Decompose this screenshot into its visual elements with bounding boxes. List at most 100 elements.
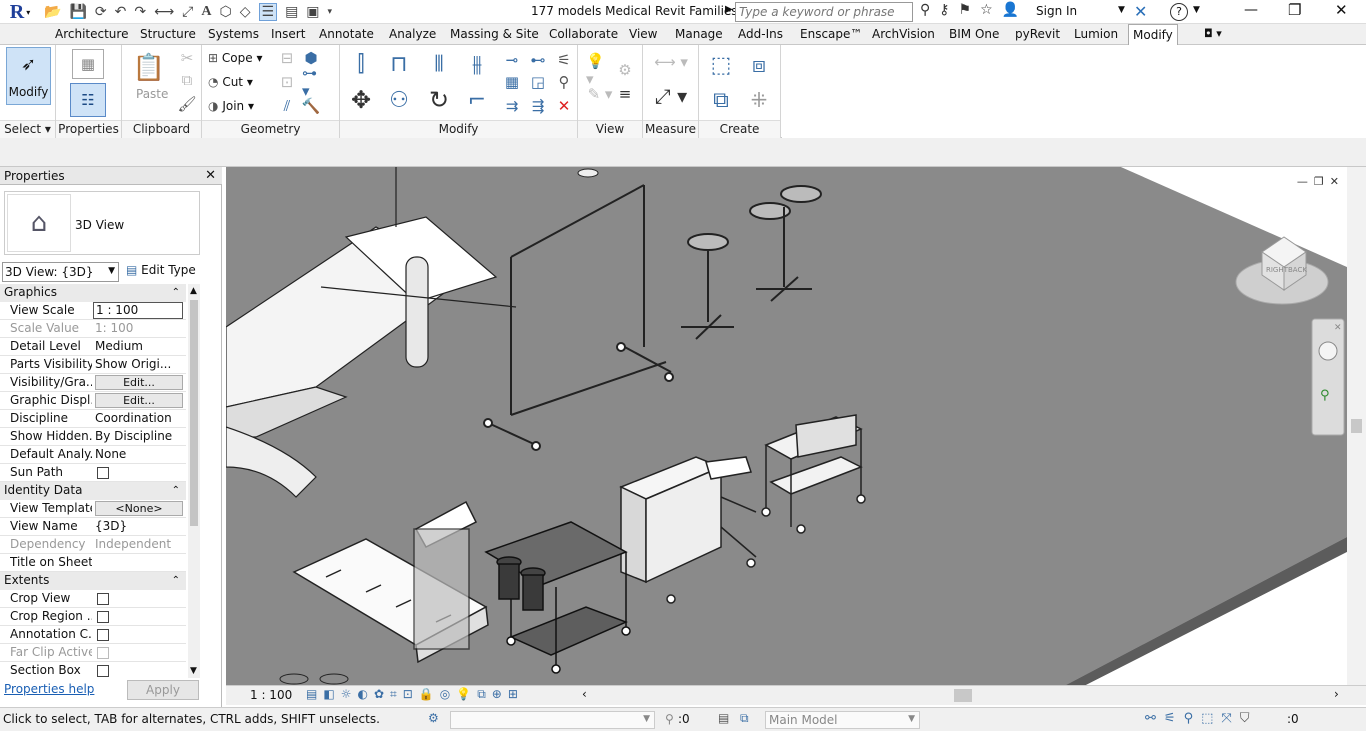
move-icon[interactable]: ✥ bbox=[346, 85, 376, 115]
scroll-right-icon[interactable]: › bbox=[1334, 687, 1339, 701]
measure-icon[interactable]: ⟷ bbox=[154, 4, 174, 20]
highlight-displacement-icon[interactable]: ⊞ bbox=[508, 687, 518, 702]
mirror-draw-icon[interactable]: ⫵ bbox=[462, 49, 492, 79]
analytical-model-icon[interactable]: ⊕ bbox=[492, 687, 502, 702]
paste-icon[interactable]: 📋 bbox=[132, 51, 166, 85]
editable-only-icon[interactable]: ▤ bbox=[718, 711, 729, 725]
tab-bim-one[interactable]: BIM One bbox=[949, 24, 999, 45]
drag-elements-icon[interactable]: ⤧ bbox=[1221, 711, 1231, 726]
save-icon[interactable]: 💾 bbox=[69, 4, 86, 20]
view-scale-input[interactable]: 1 : 100 bbox=[93, 302, 183, 319]
prop-row[interactable]: Parts Visibility Show Origi... bbox=[0, 356, 186, 374]
mirror-axis-icon[interactable]: ⫴ bbox=[424, 49, 454, 79]
copy-modify-icon[interactable]: ⚇ bbox=[384, 85, 414, 115]
extend-multiple-icon[interactable]: ⇶ bbox=[528, 97, 548, 115]
prop-row[interactable]: Detail Level Medium bbox=[0, 338, 186, 356]
modify-button[interactable]: ➶ Modify bbox=[6, 47, 51, 105]
sign-in-button[interactable]: Sign In bbox=[1036, 4, 1077, 18]
reveal-hidden-icon[interactable]: 💡 bbox=[456, 687, 471, 702]
visibility-edit-button[interactable]: Edit... bbox=[95, 375, 183, 390]
view-restore-icon[interactable]: ❐ bbox=[1314, 175, 1324, 188]
cut-geometry-button[interactable]: ◔ Cut ▾ bbox=[208, 75, 253, 89]
tab-manage[interactable]: Manage bbox=[675, 24, 723, 45]
tab-massing-site[interactable]: Massing & Site bbox=[450, 24, 539, 45]
unpin-icon[interactable]: ⚟ bbox=[554, 51, 574, 69]
align-icon[interactable]: ⫿ bbox=[346, 49, 376, 79]
hide-element-icon[interactable]: 💡 ▾ bbox=[586, 52, 614, 88]
section-graphics[interactable]: Graphics ⌃ bbox=[0, 284, 186, 302]
visual-style-icon[interactable]: ◧ bbox=[323, 687, 334, 702]
properties-toggle-icon[interactable]: ☷ bbox=[70, 83, 106, 117]
text-icon[interactable]: A bbox=[201, 4, 211, 20]
rotate-icon[interactable]: ↻ bbox=[424, 85, 454, 115]
pin-icon[interactable]: ⚲ bbox=[554, 73, 574, 91]
prop-row[interactable]: Default Analy... None bbox=[0, 446, 186, 464]
detail-level-icon[interactable]: ▤ bbox=[306, 687, 317, 702]
horizontal-scroll-thumb[interactable] bbox=[954, 689, 972, 702]
shadows-icon[interactable]: ◐ bbox=[357, 687, 367, 702]
measure-distance-icon[interactable]: ⟷ ▾ bbox=[649, 51, 693, 73]
create-assembly-icon[interactable]: ⬚ bbox=[705, 49, 737, 81]
wall-joins-icon[interactable]: ⊟ bbox=[278, 49, 296, 67]
delete-icon[interactable]: ✕ bbox=[554, 97, 574, 115]
open-icon[interactable]: 📂 bbox=[44, 4, 61, 20]
properties-help-link[interactable]: Properties help bbox=[4, 682, 94, 696]
thin-lines-icon[interactable]: ☰ bbox=[258, 3, 278, 21]
scroll-thumb[interactable] bbox=[190, 300, 198, 526]
select-pinned-icon[interactable]: ⚲ bbox=[1184, 711, 1194, 726]
help-icon[interactable]: ? bbox=[1170, 3, 1188, 21]
trim-extend-icon[interactable]: ⌐ bbox=[462, 85, 492, 115]
tab-collaborate[interactable]: Collaborate bbox=[549, 24, 618, 45]
3d-viewport[interactable]: RIGHT BACK ✕ ⚲ — ❐ ✕ bbox=[226, 167, 1347, 685]
hammer-icon[interactable]: 🔨 bbox=[302, 97, 321, 115]
view-selector-dropdown[interactable]: 3D View: {3D} ▼ bbox=[2, 262, 119, 282]
tab-add-ins[interactable]: Add-Ins bbox=[738, 24, 783, 45]
restore-button[interactable]: ❐ bbox=[1288, 1, 1301, 19]
graphic-display-edit-button[interactable]: Edit... bbox=[95, 393, 183, 408]
tab-systems[interactable]: Systems bbox=[208, 24, 259, 45]
favorites-star-icon[interactable]: ☆ bbox=[980, 2, 993, 18]
tab-view[interactable]: View bbox=[629, 24, 657, 45]
copy-icon[interactable]: ⧉ bbox=[178, 71, 196, 89]
section-icon[interactable]: ◇ bbox=[240, 4, 251, 20]
expand-arrow-icon[interactable]: ▶ bbox=[725, 4, 733, 15]
close-hidden-icon[interactable]: ▤ bbox=[285, 4, 298, 20]
demolish-icon[interactable]: ⊶ ▾ bbox=[302, 64, 324, 100]
scale-icon[interactable]: ◲ bbox=[528, 73, 548, 91]
render-icon[interactable]: ✿ bbox=[374, 687, 384, 702]
design-option-dropdown[interactable]: Main Model ▼ bbox=[765, 711, 920, 729]
aligned-dimension-icon[interactable]: ⤢ ▾ bbox=[649, 83, 693, 109]
3d-view-icon[interactable]: ⬡ bbox=[219, 4, 231, 20]
apply-button[interactable]: Apply bbox=[127, 680, 199, 700]
binoculars-icon[interactable]: ⚲ bbox=[920, 2, 930, 18]
exchange-apps-icon[interactable]: ✕ bbox=[1134, 2, 1147, 21]
create-similar-icon[interactable]: ⁜ bbox=[743, 85, 775, 115]
join-button[interactable]: ◑ Join ▾ bbox=[208, 99, 254, 113]
redo-icon[interactable]: ↷ bbox=[134, 4, 146, 20]
subscription-icon[interactable]: ⚷ bbox=[939, 2, 949, 18]
tab-modify[interactable]: Modify bbox=[1128, 24, 1178, 45]
prop-row[interactable]: Title on Sheet bbox=[0, 554, 186, 572]
sun-path-icon[interactable]: ☼ bbox=[341, 687, 352, 702]
3d-model-scene[interactable]: RIGHT BACK ✕ ⚲ bbox=[226, 167, 1347, 685]
type-properties-icon[interactable]: ▦ bbox=[72, 49, 104, 79]
thin-lines-view-icon[interactable]: ≡ bbox=[616, 85, 634, 103]
communication-icon[interactable]: ⚑ bbox=[959, 2, 972, 18]
crop-view-checkbox[interactable] bbox=[97, 593, 109, 605]
view-scale-label[interactable]: 1 : 100 bbox=[250, 688, 292, 702]
split-gap-icon[interactable]: ⊷ bbox=[528, 51, 548, 69]
scroll-left-icon[interactable]: ‹ bbox=[582, 687, 587, 701]
minimize-button[interactable]: — bbox=[1244, 2, 1258, 18]
worksets-icon[interactable]: ⚙ bbox=[428, 711, 439, 725]
tab-insert[interactable]: Insert bbox=[271, 24, 305, 45]
sign-in-dropdown-icon[interactable]: ▼ bbox=[1118, 5, 1125, 15]
dimension-icon[interactable]: ⤢ bbox=[182, 4, 193, 20]
create-group-icon[interactable]: ⧉ bbox=[705, 85, 737, 115]
type-selector[interactable]: ⌂ 3D View bbox=[4, 191, 200, 255]
switch-windows-icon[interactable]: ▣ bbox=[306, 4, 319, 20]
revit-logo[interactable]: R ▾ bbox=[0, 0, 40, 24]
sun-path-checkbox[interactable] bbox=[97, 467, 109, 479]
prop-row[interactable]: Show Hidden... By Discipline bbox=[0, 428, 186, 446]
tab-analyze[interactable]: Analyze bbox=[389, 24, 436, 45]
crop-view-icon[interactable]: ⌗ bbox=[390, 687, 397, 702]
